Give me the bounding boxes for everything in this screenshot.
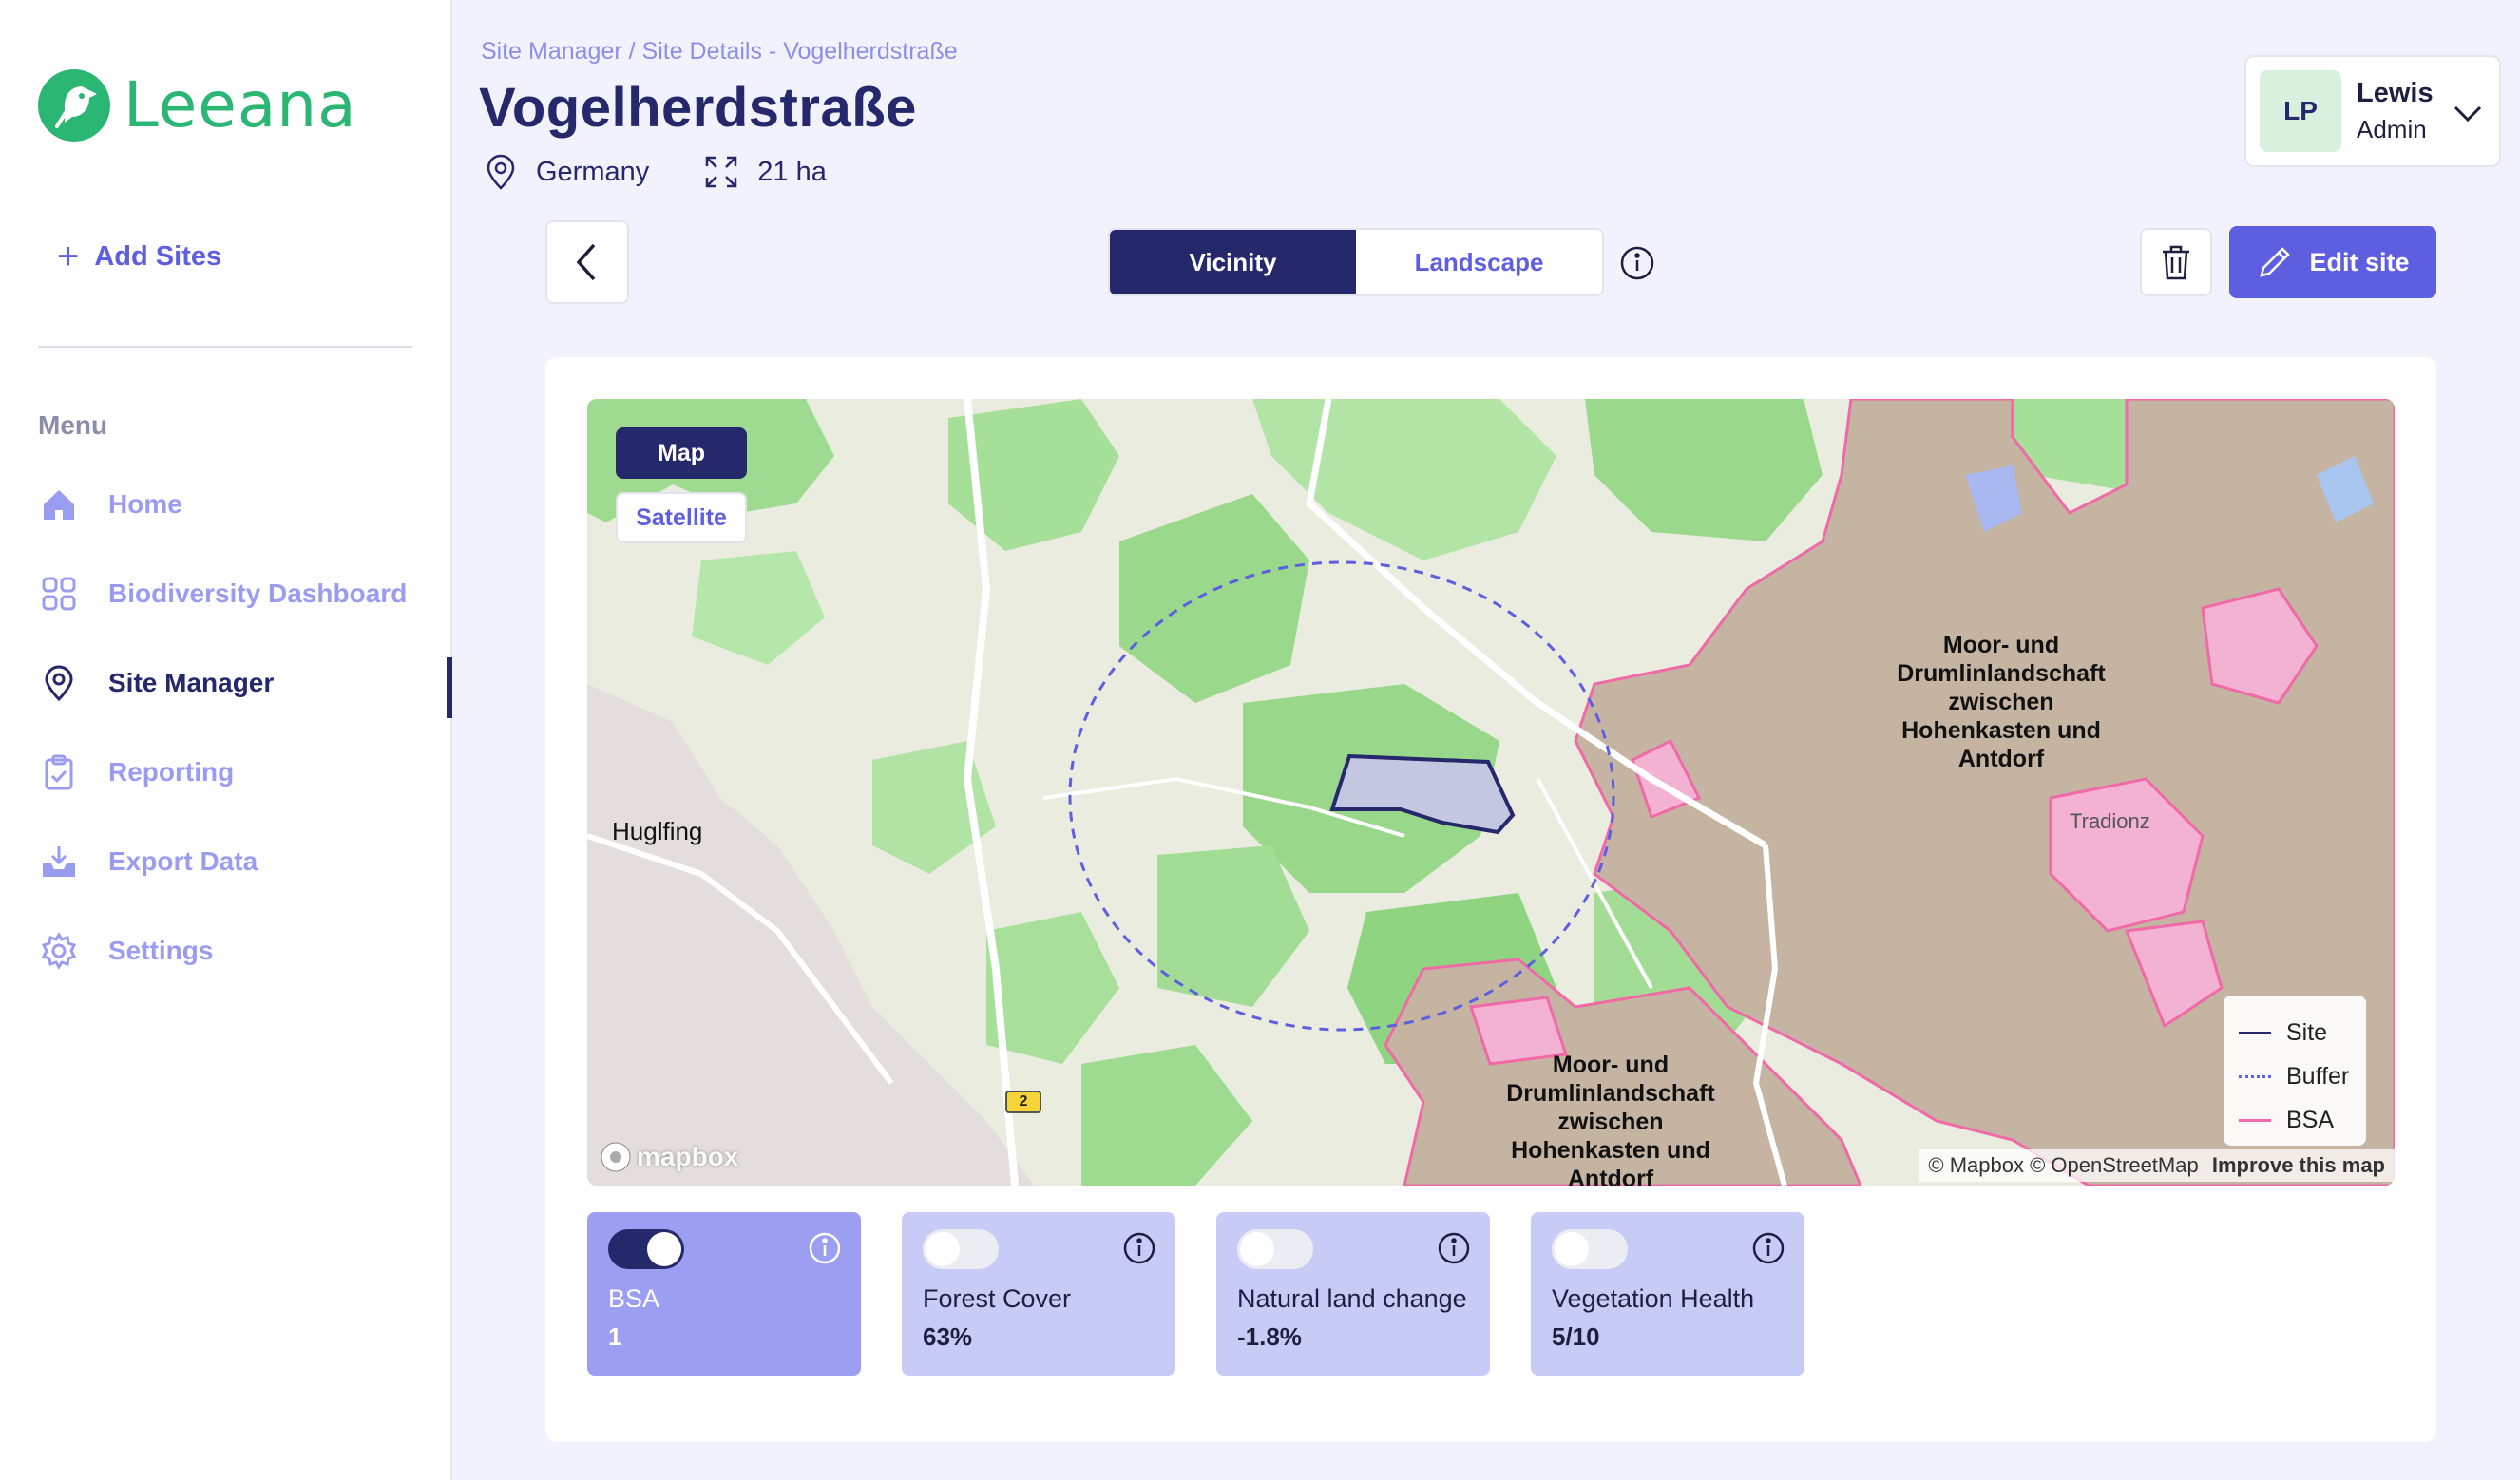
location-pin-icon xyxy=(38,662,80,704)
sidebar-item-biodiversity-dashboard[interactable]: Biodiversity Dashboard xyxy=(38,549,452,638)
legend-label: Buffer xyxy=(2286,1062,2350,1090)
layer-toggle[interactable] xyxy=(923,1229,999,1269)
layer-name: Vegetation Health xyxy=(1552,1284,1755,1313)
page-title: Vogelherdstraße xyxy=(479,77,917,139)
expand-area-icon xyxy=(706,156,737,188)
attribution-text[interactable]: © Mapbox © OpenStreetMap xyxy=(1928,1153,2198,1177)
download-tray-icon xyxy=(38,841,80,882)
layer-toggle[interactable] xyxy=(608,1229,684,1269)
mapbox-logo[interactable]: mapbox xyxy=(599,1140,738,1174)
map-attribution[interactable]: © Mapbox © OpenStreetMap Improve this ma… xyxy=(1919,1149,2395,1182)
plus-icon: + xyxy=(57,236,80,277)
layer-card-bsa[interactable]: BSA 1 xyxy=(587,1212,861,1376)
place-label-bsa-south: Moor- und Drumlinlandschaft zwischen Hoh… xyxy=(1506,1052,1715,1186)
menu-title: Menu xyxy=(38,410,108,440)
info-icon[interactable] xyxy=(1122,1231,1156,1265)
layer-card-natural-land-change[interactable]: Natural land change -1.8% xyxy=(1216,1212,1490,1376)
map-view-button[interactable]: Map xyxy=(616,427,747,479)
home-icon xyxy=(38,484,80,525)
legend-buffer: Buffer xyxy=(2239,1054,2351,1098)
sidebar: Leeana + Add Sites Menu Home Biodiversit… xyxy=(0,0,452,1480)
view-tabs: Vicinity Landscape xyxy=(1108,228,1604,296)
grid-icon xyxy=(38,573,80,615)
satellite-view-button[interactable]: Satellite xyxy=(616,492,747,543)
sidebar-item-export-data[interactable]: Export Data xyxy=(38,817,452,906)
edit-site-button[interactable]: Edit site xyxy=(2229,226,2436,298)
site-area-label: 21 ha xyxy=(757,156,827,187)
site-country: Germany xyxy=(485,154,649,190)
trash-icon xyxy=(2163,245,2189,280)
avatar: LP xyxy=(2260,70,2341,152)
breadcrumb[interactable]: Site Manager / Site Details - Vogelherds… xyxy=(481,38,958,66)
sidebar-item-label: Home xyxy=(108,489,182,519)
sidebar-item-label: Export Data xyxy=(108,846,258,876)
site-area: 21 ha xyxy=(704,155,827,189)
chevron-left-icon xyxy=(576,243,596,281)
info-icon[interactable] xyxy=(1437,1231,1471,1265)
mapbox-wordmark: mapbox xyxy=(637,1142,739,1171)
parrot-logo-icon xyxy=(38,68,110,142)
user-menu[interactable]: LP Lewis Admin xyxy=(2244,55,2501,167)
layer-name: Natural land change xyxy=(1237,1284,1467,1313)
info-icon[interactable] xyxy=(808,1231,842,1265)
pencil-icon xyxy=(2260,247,2291,277)
layer-card-forest-cover[interactable]: Forest Cover 63% xyxy=(902,1212,1175,1376)
layer-value: 1 xyxy=(608,1322,622,1351)
sidebar-item-settings[interactable]: Settings xyxy=(38,906,452,996)
highway-shield: 2 xyxy=(1005,1091,1041,1113)
layer-value: 63% xyxy=(923,1322,973,1351)
delete-site-button[interactable] xyxy=(2140,228,2212,296)
layer-card-vegetation-health[interactable]: Vegetation Health 5/10 xyxy=(1531,1212,1804,1376)
layer-toggle[interactable] xyxy=(1237,1229,1313,1269)
legend-bsa: BSA xyxy=(2239,1098,2351,1142)
mapbox-icon xyxy=(601,1142,631,1172)
location-pin-icon xyxy=(487,154,515,190)
sidebar-item-label: Biodiversity Dashboard xyxy=(108,579,408,608)
add-sites-button[interactable]: + Add Sites xyxy=(57,237,221,275)
clipboard-icon xyxy=(38,751,80,793)
sidebar-nav: Home Biodiversity Dashboard Site Manager… xyxy=(38,460,452,996)
info-icon[interactable] xyxy=(1751,1231,1785,1265)
chevron-down-icon xyxy=(2453,105,2482,123)
layer-value: 5/10 xyxy=(1552,1322,1600,1351)
layer-name: BSA xyxy=(608,1284,660,1313)
site-country-label: Germany xyxy=(536,156,650,187)
layer-toggle[interactable] xyxy=(1552,1229,1628,1269)
tab-landscape[interactable]: Landscape xyxy=(1356,230,1602,294)
add-sites-label: Add Sites xyxy=(94,240,222,272)
sidebar-item-label: Site Manager xyxy=(108,668,275,697)
sidebar-item-label: Reporting xyxy=(108,757,235,787)
place-label-village: Tradionz xyxy=(2070,809,2150,833)
sidebar-divider xyxy=(38,346,412,348)
brand-logo[interactable]: Leeana xyxy=(38,68,357,142)
layer-name: Forest Cover xyxy=(923,1284,1072,1313)
layer-cards: BSA 1 Forest Cover 63% Natural land chan… xyxy=(587,1212,1845,1376)
gear-icon xyxy=(38,930,80,972)
site-map[interactable]: Map Satellite Huglfing Moor- und Drumlin… xyxy=(587,399,2395,1186)
sidebar-item-home[interactable]: Home xyxy=(38,460,452,549)
place-label-town: Huglfing xyxy=(612,817,703,845)
tab-vicinity[interactable]: Vicinity xyxy=(1110,230,1356,294)
back-button[interactable] xyxy=(545,220,629,304)
site-meta: Germany 21 ha xyxy=(485,154,882,190)
place-label-bsa-north: Moor- und Drumlinlandschaft zwischen Hoh… xyxy=(1897,632,2106,772)
sidebar-item-reporting[interactable]: Reporting xyxy=(38,728,452,817)
brand-name: Leeana xyxy=(124,68,357,142)
legend-site: Site xyxy=(2239,1011,2351,1054)
legend-label: Site xyxy=(2286,1018,2328,1046)
legend-label: BSA xyxy=(2286,1106,2335,1133)
map-legend: Site Buffer BSA xyxy=(2224,996,2366,1146)
edit-site-label: Edit site xyxy=(2309,247,2410,276)
map-style-toggle: Map Satellite xyxy=(616,427,747,557)
user-info: Lewis Admin xyxy=(2357,78,2434,144)
user-role: Admin xyxy=(2357,115,2427,143)
improve-map-link[interactable]: Improve this map xyxy=(2212,1153,2385,1177)
info-icon[interactable] xyxy=(1619,245,1655,281)
sidebar-item-site-manager[interactable]: Site Manager xyxy=(38,638,452,728)
sidebar-item-label: Settings xyxy=(108,936,214,965)
user-name: Lewis xyxy=(2357,78,2434,108)
layer-value: -1.8% xyxy=(1237,1322,1302,1351)
